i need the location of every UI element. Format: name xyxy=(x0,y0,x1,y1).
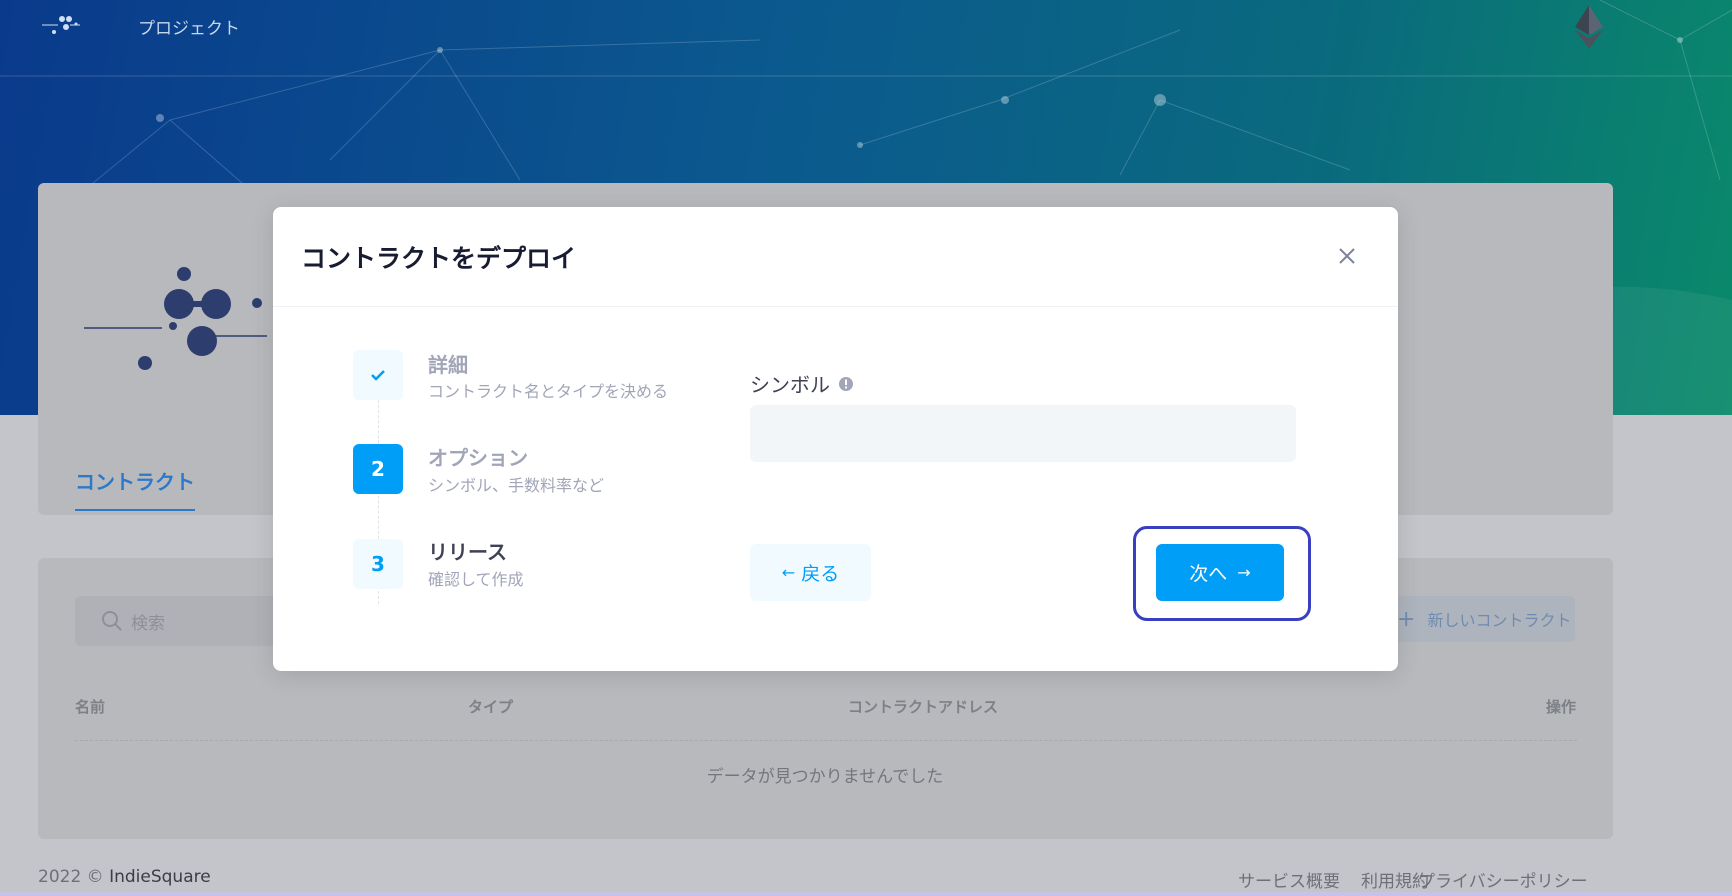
nav-project-link[interactable]: プロジェクト xyxy=(138,14,240,39)
app-logo-icon[interactable] xyxy=(40,10,82,40)
footer-link-privacy[interactable]: プライバシーポリシー xyxy=(1418,867,1588,892)
symbol-label-text: シンボル xyxy=(750,373,830,397)
table-empty-message: データが見つかりませんでした xyxy=(706,767,944,787)
back-button-label: 戻る xyxy=(801,563,840,585)
top-navbar: プロジェクト xyxy=(0,0,1732,50)
deploy-contract-modal: コントラクトをデプロイ 詳細 コントラクト名とタイプを決める 2 オプション シ… xyxy=(273,207,1398,671)
plus-icon: + xyxy=(1397,606,1416,632)
arrow-right-icon: → xyxy=(1237,563,1251,582)
step-box-3: 3 xyxy=(353,539,403,589)
company-link[interactable]: IndieSquare xyxy=(109,867,211,887)
step-title-2: オプション xyxy=(428,446,528,470)
new-contract-label: 新しいコントラクト xyxy=(1427,611,1572,630)
next-button-label: 次へ xyxy=(1189,563,1228,585)
symbol-input[interactable] xyxy=(750,405,1296,462)
check-icon xyxy=(371,370,385,381)
modal-header: コントラクトをデプロイ xyxy=(273,207,1398,307)
column-header-name[interactable]: 名前 xyxy=(75,696,105,717)
column-header-address[interactable]: コントラクトアドレス xyxy=(848,696,998,717)
step-subtitle-1: コントラクト名とタイプを決める xyxy=(428,382,669,401)
search-icon xyxy=(102,611,122,631)
step-subtitle-3: 確認して作成 xyxy=(428,570,524,589)
footer-copyright: 2022 © IndieSquare xyxy=(38,867,211,887)
back-button[interactable]: ← 戻る xyxy=(750,544,871,601)
step-box-1 xyxy=(353,350,403,400)
modal-title: コントラクトをデプロイ xyxy=(301,244,577,273)
search-placeholder: 検索 xyxy=(131,613,165,634)
symbol-field-label: シンボル xyxy=(750,369,854,398)
footer-link-service[interactable]: サービス概要 xyxy=(1238,867,1340,892)
next-button[interactable]: 次へ → xyxy=(1156,544,1284,601)
info-icon[interactable] xyxy=(838,376,854,392)
close-icon[interactable] xyxy=(1336,245,1358,267)
table-divider xyxy=(75,740,1577,741)
bottom-strip xyxy=(0,892,1732,896)
new-contract-button[interactable]: + 新しいコントラクト xyxy=(1375,596,1575,642)
tab-contract[interactable]: コントラクト xyxy=(75,466,195,511)
step-title-1: 詳細 xyxy=(428,353,468,377)
arrow-left-icon: ← xyxy=(781,563,796,582)
project-logo-icon xyxy=(84,267,267,370)
step-box-2: 2 xyxy=(353,444,403,494)
copyright-text: 2022 © xyxy=(38,867,104,887)
step-subtitle-2: シンボル、手数料率など xyxy=(428,476,605,495)
column-header-actions: 操作 xyxy=(1546,698,1577,716)
ethereum-icon[interactable] xyxy=(1574,5,1604,49)
column-header-type[interactable]: タイプ xyxy=(468,696,513,717)
step-title-3: リリース xyxy=(428,540,507,564)
